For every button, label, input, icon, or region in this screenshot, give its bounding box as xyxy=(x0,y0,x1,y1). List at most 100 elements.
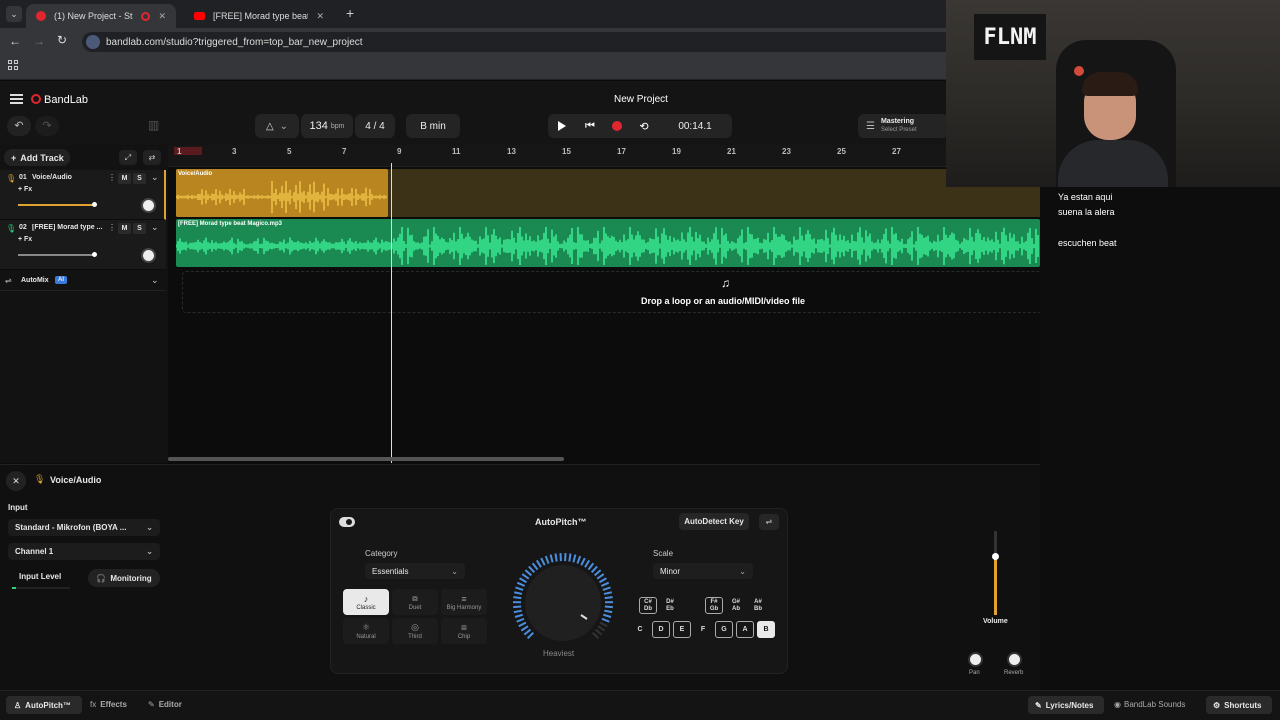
reload-icon[interactable]: ↻ xyxy=(57,33,67,47)
track-fx-button[interactable]: + Fx xyxy=(18,236,32,243)
category-big-harmony[interactable]: ≡ Big Harmony xyxy=(441,589,487,615)
metronome-dropdown[interactable]: △ ⌄ xyxy=(255,114,299,138)
channel-select[interactable]: Channel 1 ⌄ xyxy=(8,543,160,560)
sounds-icon: ◉ xyxy=(1114,700,1121,709)
drop-zone[interactable]: ♫ Drop a loop or an audio/MIDI/video fil… xyxy=(182,271,1042,313)
key-d-sharp[interactable]: D# Eb xyxy=(661,597,679,614)
new-tab-button[interactable]: + xyxy=(346,5,354,21)
input-device-select[interactable]: Standard - Mikrofon (BOYA ... ⌄ xyxy=(8,519,160,536)
volume-fader-thumb[interactable] xyxy=(992,553,999,560)
close-tab-icon[interactable]: ✕ xyxy=(158,11,166,22)
track-name[interactable]: [FREE] Morad type ... xyxy=(32,224,104,231)
automix-chevron-icon[interactable]: ⌄ xyxy=(151,275,159,286)
mute-button[interactable]: M xyxy=(118,223,131,234)
mastering-button[interactable]: ☰ Mastering Select Preset xyxy=(858,114,948,138)
track-expand-chevron-icon[interactable]: ⌄ xyxy=(151,222,159,233)
effects-tab[interactable]: fx Effects xyxy=(90,700,127,709)
key-c[interactable]: C xyxy=(631,621,649,638)
key-a-sharp[interactable]: A# Bb xyxy=(749,597,767,614)
track-header-2[interactable]: 🎙 02 [FREE] Morad type ... + Fx ⋮ M S ⌄ xyxy=(0,220,166,270)
volume-slider[interactable] xyxy=(18,252,97,257)
category-chip[interactable]: ⧈ Chip xyxy=(441,618,487,644)
track-more-icon[interactable]: ⋮ xyxy=(108,223,116,232)
pitch-strength-knob[interactable] xyxy=(511,553,615,649)
close-panel-icon[interactable]: ✕ xyxy=(6,471,26,491)
pan-knob[interactable] xyxy=(141,248,156,263)
key-g-sharp[interactable]: G# Ab xyxy=(727,597,745,614)
close-tab-icon[interactable]: ✕ xyxy=(316,11,324,22)
lyrics-notes-button[interactable]: ✎ Lyrics/Notes xyxy=(1028,696,1104,714)
playhead[interactable] xyxy=(391,163,392,463)
autopitch-toggle[interactable] xyxy=(339,517,355,527)
audio-clip-voice[interactable]: Voice/Audio xyxy=(176,169,388,217)
category-natural[interactable]: ⚛ Natural xyxy=(343,618,389,644)
return-to-start-button[interactable]: ⏮ xyxy=(576,114,604,138)
volume-slider-thumb[interactable] xyxy=(92,202,97,207)
track-fx-button[interactable]: + Fx xyxy=(18,186,32,193)
site-info-icon[interactable] xyxy=(86,35,100,49)
url-field[interactable]: bandlab.com/studio?triggered_from=top_ba… xyxy=(82,32,1002,52)
key-selector[interactable]: B min xyxy=(406,114,460,138)
forward-icon[interactable]: → xyxy=(33,34,45,48)
autopitch-tab[interactable]: ♙ AutoPitch™ xyxy=(6,696,82,714)
time-signature[interactable]: 4 / 4 xyxy=(355,114,395,138)
redo-icon[interactable]: ↷ xyxy=(35,116,59,136)
pan-knob[interactable] xyxy=(141,198,156,213)
apps-grid-icon[interactable] xyxy=(8,60,18,70)
tempo-control[interactable]: 134 bpm xyxy=(301,114,353,138)
brand-name[interactable]: BandLab xyxy=(44,94,88,106)
loop-button[interactable]: ⟲ xyxy=(630,114,658,138)
bandlab-sounds-button[interactable]: ◉ BandLab Sounds xyxy=(1114,700,1185,709)
key-g[interactable]: G xyxy=(715,621,733,638)
key-f[interactable]: F xyxy=(694,621,712,638)
editor-tab[interactable]: ✎ Editor xyxy=(148,700,182,709)
project-title[interactable]: New Project xyxy=(614,94,668,105)
tab-youtube[interactable]: [FREE] Morad type beat "Magic ✕ xyxy=(184,4,334,28)
track-header-1[interactable]: 🎙 01 Voice/Audio + Fx ⋮ M S ⌄ xyxy=(0,170,166,220)
shortcuts-button[interactable]: ⚙ Shortcuts xyxy=(1206,696,1272,714)
track-expand-chevron-icon[interactable]: ⌄ xyxy=(151,172,159,183)
key-a[interactable]: A xyxy=(736,621,754,638)
key-d[interactable]: D xyxy=(652,621,670,638)
category-select[interactable]: Essentials ⌄ xyxy=(365,563,465,579)
reverb-knob[interactable] xyxy=(1007,652,1022,667)
solo-button[interactable]: S xyxy=(133,223,146,234)
key-e[interactable]: E xyxy=(673,621,691,638)
category-classic[interactable]: ♪ Classic xyxy=(343,589,389,615)
back-icon[interactable]: ← xyxy=(9,34,21,48)
audio-clip-beat[interactable]: [FREE] Morad type beat Magico.mp3 xyxy=(176,219,1040,267)
solo-button[interactable]: S xyxy=(133,173,146,184)
key-f-sharp[interactable]: F# Gb xyxy=(705,597,723,614)
pan-knob[interactable] xyxy=(968,652,983,667)
autopitch-settings-icon[interactable]: ⇌ xyxy=(759,514,779,530)
timeline[interactable]: 1 3 5 7 9 11 13 15 17 19 21 23 25 27 Voice/Audio [FRE… xyxy=(168,145,1042,463)
automix-row[interactable]: ⇌ AutoMix AI ⌄ xyxy=(0,273,166,291)
monitoring-button[interactable]: 🎧 Monitoring xyxy=(88,569,160,587)
record-button[interactable] xyxy=(604,114,630,138)
track-more-icon[interactable]: ⋮ xyxy=(108,173,116,182)
play-button[interactable] xyxy=(548,114,576,138)
volume-slider-thumb[interactable] xyxy=(92,252,97,257)
add-track-button[interactable]: + Add Track xyxy=(4,149,70,166)
undo-icon[interactable]: ↶ xyxy=(7,116,31,136)
autopitch-icon: ♙ xyxy=(14,700,22,710)
track-settings-icon[interactable]: ⇄ xyxy=(143,150,161,165)
category-duet[interactable]: ⧇ Duet xyxy=(392,589,438,615)
category-third[interactable]: ◎ Third xyxy=(392,618,438,644)
mute-button[interactable]: M xyxy=(118,173,131,184)
timeline-ruler[interactable]: 1 3 5 7 9 11 13 15 17 19 21 23 25 27 xyxy=(168,145,1040,167)
mixer-icon[interactable]: ▥ xyxy=(148,118,159,132)
volume-fader[interactable] xyxy=(992,531,999,615)
magic-tool-icon[interactable]: ⤢ xyxy=(119,150,137,165)
volume-slider[interactable] xyxy=(18,202,97,207)
scale-select[interactable]: Minor ⌄ xyxy=(653,563,753,579)
key-b[interactable]: B xyxy=(757,621,775,638)
tab-new-project[interactable]: (1) New Project - Studio ✕ xyxy=(26,4,176,28)
horizontal-scrollbar[interactable] xyxy=(168,457,564,461)
knob-body[interactable] xyxy=(525,565,601,641)
track-name[interactable]: Voice/Audio xyxy=(32,174,72,181)
menu-hamburger-icon[interactable] xyxy=(10,94,23,104)
autodetect-key-button[interactable]: AutoDetect Key xyxy=(679,513,749,530)
tab-list-chevron-icon[interactable]: ⌄ xyxy=(6,6,22,22)
key-c-sharp[interactable]: C# Db xyxy=(639,597,657,614)
